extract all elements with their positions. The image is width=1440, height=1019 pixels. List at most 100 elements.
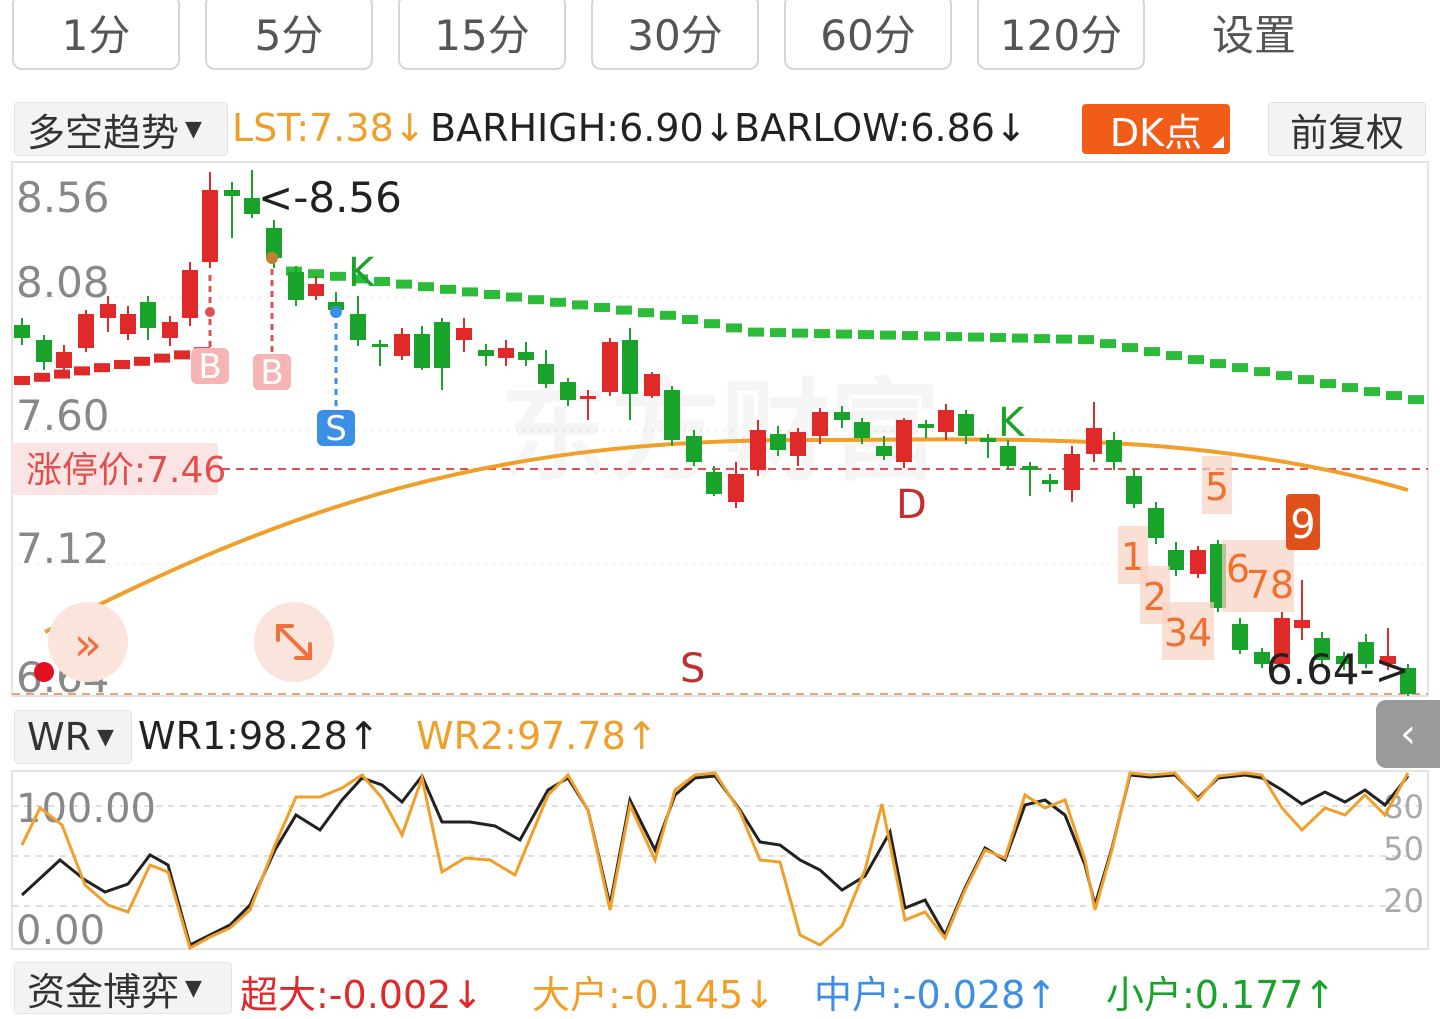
wr2-line: [20, 771, 1410, 951]
trend-step: [748, 327, 764, 337]
trend-step: [946, 332, 962, 342]
candle-body: [854, 422, 870, 438]
seq-count: 78: [1246, 563, 1294, 607]
adjust-button[interactable]: 前复权: [1268, 102, 1426, 156]
wr-axis-tick: 100.00: [16, 786, 156, 832]
trend-step: [34, 372, 50, 382]
candle-body: [140, 302, 156, 328]
tab-5min[interactable]: 5分: [205, 0, 373, 70]
double-chevron-right-icon: »: [74, 617, 102, 671]
trend-step: [74, 366, 90, 376]
candle-body: [498, 348, 514, 358]
wr-indicator-select[interactable]: WR ▼: [14, 710, 132, 764]
trend-step: [1144, 347, 1160, 357]
tab-15min[interactable]: 15分: [398, 0, 566, 70]
candle-body: [876, 446, 892, 456]
trend-step: [462, 287, 478, 297]
candle-body: [120, 314, 136, 334]
settings-button[interactable]: 设置: [1170, 0, 1338, 70]
candle-body: [224, 190, 240, 196]
candle-body: [1086, 428, 1102, 454]
trend-step: [440, 284, 456, 294]
trend-step: [506, 292, 522, 302]
main-indicator-select[interactable]: 多空趋势 ▼: [14, 102, 228, 156]
trend-step: [1034, 334, 1050, 344]
price-tick: 8.56: [16, 173, 110, 222]
kline-chart[interactable]: 东方财富 8.56 8.08 7.60 7.12 6.64 涨停价:7.46 <…: [0, 158, 1440, 698]
trend-step: [1078, 335, 1094, 345]
dk-point-button[interactable]: DK点: [1082, 104, 1230, 155]
candle-body: [288, 272, 304, 300]
trend-step: [1166, 351, 1182, 361]
trend-step: [1122, 343, 1138, 353]
candle-body: [812, 412, 828, 436]
candle-body: [1106, 440, 1122, 462]
wr-chart[interactable]: 100.00 0.00 80 50 20: [0, 768, 1440, 952]
trend-step: [572, 300, 588, 310]
main-indicator-label: 多空趋势: [27, 110, 180, 155]
candle-body: [394, 334, 410, 356]
barhigh-value: BARHIGH:6.90↓: [430, 106, 736, 150]
trend-step: [814, 329, 830, 339]
trend-step: [594, 303, 610, 312]
candle-body: [1190, 550, 1206, 574]
trend-step: [1100, 339, 1116, 349]
barlow-value: BARLOW:6.86↓: [734, 106, 1027, 150]
candle-body: [350, 314, 366, 340]
candle-body: [1022, 466, 1038, 470]
trend-step: [836, 329, 852, 339]
candle-body: [834, 412, 850, 420]
trend-step: [1210, 359, 1226, 369]
candle-body: [308, 284, 324, 296]
candle-body: [162, 322, 178, 338]
trend-step: [154, 353, 170, 363]
fund-indicator-label: 资金博弈: [27, 969, 180, 1014]
trend-step: [1232, 363, 1248, 373]
candle-body: [790, 432, 806, 456]
trend-step: [14, 376, 30, 385]
corner-triangle-icon: [1212, 136, 1224, 148]
trend-step: [660, 310, 676, 320]
candle-body: [456, 328, 472, 340]
candle-body: [1148, 508, 1164, 538]
trend-step: [880, 330, 896, 340]
tab-1min[interactable]: 1分: [12, 0, 180, 70]
trend-step: [1188, 355, 1204, 365]
expand-left-button[interactable]: »: [48, 602, 128, 682]
trend-step: [528, 295, 544, 305]
trend-step: [1276, 371, 1292, 381]
tab-60min[interactable]: 60分: [784, 0, 952, 70]
period-tabs: 1分 5分 15分 30分 60分 120分 设置: [0, 0, 1440, 80]
candle-body: [1168, 550, 1184, 570]
candle-body: [980, 438, 996, 442]
trend-step: [1056, 334, 1072, 344]
trend-step: [638, 308, 654, 318]
trend-step: [1298, 375, 1314, 385]
trend-step: [924, 331, 940, 341]
large-value: 大户:-0.145↓: [532, 973, 776, 1017]
candle-body: [770, 434, 786, 450]
candle-body: [938, 410, 954, 432]
trend-step: [550, 297, 566, 307]
small-value: 小户:0.177↑: [1106, 973, 1336, 1017]
candle-body: [1042, 480, 1058, 484]
trend-step: [94, 363, 110, 373]
candle-body: [538, 364, 554, 384]
price-tick: 7.60: [16, 391, 110, 440]
limit-price-label: 涨停价:7.46: [26, 450, 226, 491]
k-marker: K: [348, 250, 376, 296]
trend-step: [134, 356, 150, 366]
candle-body: [14, 325, 30, 338]
fullscreen-button[interactable]: [254, 602, 334, 682]
trend-step: [616, 305, 632, 315]
candle-body: [478, 350, 494, 356]
trend-step: [902, 331, 918, 341]
price-tick: 8.08: [16, 258, 110, 307]
fund-indicator-select[interactable]: 资金博弈 ▼: [14, 962, 232, 1014]
tab-120min[interactable]: 120分: [977, 0, 1145, 70]
candle-body: [1232, 624, 1248, 650]
tab-30min[interactable]: 30分: [591, 0, 759, 70]
trend-step: [990, 333, 1006, 343]
candle-body: [750, 430, 766, 470]
sell-badge: S: [325, 409, 347, 449]
